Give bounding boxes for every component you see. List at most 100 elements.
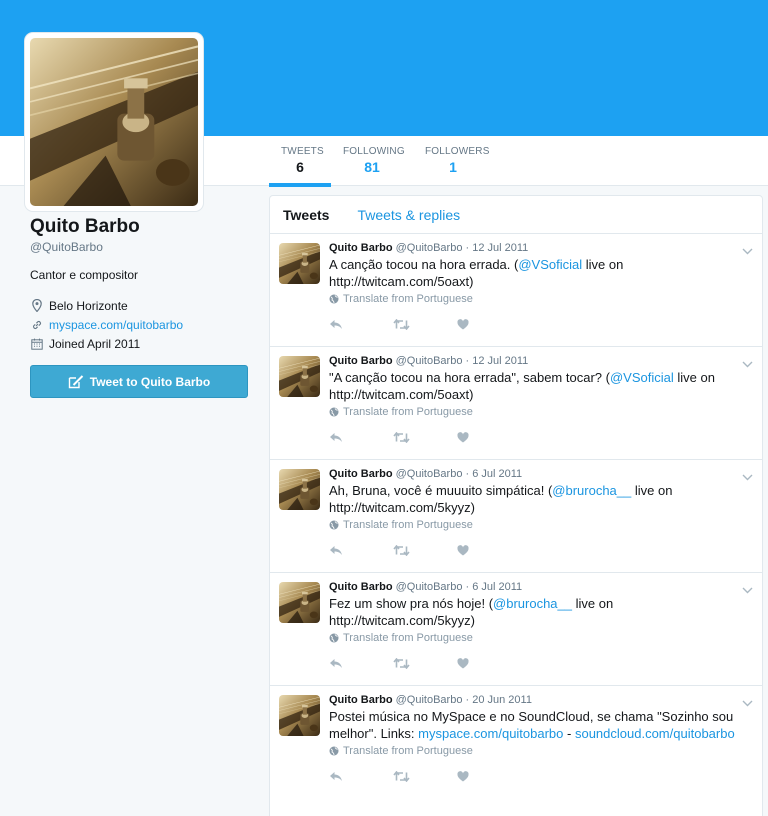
profile-joined: Joined April 2011: [30, 334, 250, 353]
translate-link[interactable]: Translate from Portuguese: [329, 406, 752, 418]
chevron-down-icon[interactable]: [742, 242, 753, 260]
tweet-avatar[interactable]: [279, 243, 320, 284]
tweet[interactable]: Quito Barbo @QuitoBarbo · 12 Jul 2011 A …: [270, 234, 762, 347]
tweet-link[interactable]: soundcloud.com/quitobarbo: [575, 726, 735, 741]
tab-tweets-replies[interactable]: Tweets & replies: [357, 207, 460, 223]
tweet-handle[interactable]: @QuitoBarbo: [396, 355, 463, 367]
tweet-handle[interactable]: @QuitoBarbo: [396, 581, 463, 593]
profile-name[interactable]: Quito Barbo: [30, 216, 250, 238]
stat-label: TWEETS: [281, 146, 324, 157]
profile-stats: TWEETS 6 FOLLOWING 81 FOLLOWERS 1: [269, 136, 493, 187]
chevron-down-icon[interactable]: [742, 581, 753, 599]
tweet-handle[interactable]: @QuitoBarbo: [396, 468, 463, 480]
profile-website: myspace.com/quitobarbo: [30, 315, 250, 334]
tweet-author[interactable]: Quito Barbo: [329, 694, 393, 706]
tweet-mention[interactable]: @VSoficial: [610, 370, 674, 385]
tweet-date[interactable]: 12 Jul 2011: [472, 355, 528, 367]
tweet-actions: [329, 648, 752, 678]
reply-icon[interactable]: [329, 545, 393, 556]
tweet-text-part: -: [563, 726, 575, 741]
tweet-text: Fez um show pra nós hoje! (@brurocha__ l…: [329, 595, 752, 629]
translate-link[interactable]: Translate from Portuguese: [329, 293, 752, 305]
tweet-text-part: "A canção tocou na hora errada", sabem t…: [329, 370, 610, 385]
retweet-icon[interactable]: [393, 318, 457, 330]
retweet-icon[interactable]: [393, 657, 457, 669]
tweet-mention[interactable]: @brurocha__: [552, 483, 631, 498]
reply-icon[interactable]: [329, 319, 393, 330]
like-icon[interactable]: [457, 544, 521, 556]
stat-tweets[interactable]: TWEETS 6: [269, 136, 331, 187]
timeline-tabs: Tweets Tweets & replies: [270, 196, 762, 234]
tweet-date[interactable]: 6 Jul 2011: [472, 581, 522, 593]
stat-followers[interactable]: FOLLOWERS 1: [413, 136, 493, 186]
translate-label: Translate from Portuguese: [343, 293, 473, 305]
tweet-avatar[interactable]: [279, 695, 320, 736]
tweet-date[interactable]: 20 Jun 2011: [472, 694, 532, 706]
chevron-down-icon[interactable]: [742, 694, 753, 712]
translate-link[interactable]: Translate from Portuguese: [329, 519, 752, 531]
tweet[interactable]: Quito Barbo @QuitoBarbo · 12 Jul 2011 "A…: [270, 347, 762, 460]
timeline: Tweets Tweets & replies Quito Barbo @Qui…: [269, 195, 763, 816]
tweet[interactable]: Quito Barbo @QuitoBarbo · 6 Jul 2011 Fez…: [270, 573, 762, 686]
tweet[interactable]: Quito Barbo @QuitoBarbo · 6 Jul 2011 Ah,…: [270, 460, 762, 573]
stat-label: FOLLOWERS: [425, 146, 490, 157]
tweet-avatar[interactable]: [279, 356, 320, 397]
tweet-author[interactable]: Quito Barbo: [329, 242, 393, 254]
reply-icon[interactable]: [329, 771, 393, 782]
tweet-handle[interactable]: @QuitoBarbo: [396, 694, 463, 706]
tweet-header: Quito Barbo @QuitoBarbo · 12 Jul 2011: [329, 242, 529, 254]
profile-meta: Belo Horizonte myspace.com/quitobarbo Jo…: [30, 296, 250, 353]
profile-card: Quito Barbo @QuitoBarbo Cantor e composi…: [30, 216, 250, 398]
translate-label: Translate from Portuguese: [343, 406, 473, 418]
tweet-actions: [329, 422, 752, 452]
tweet-header: Quito Barbo @QuitoBarbo · 6 Jul 2011: [329, 468, 523, 480]
tab-tweets[interactable]: Tweets: [283, 207, 329, 223]
profile-avatar[interactable]: [25, 33, 203, 211]
chevron-down-icon[interactable]: [742, 468, 753, 486]
globe-icon: [329, 294, 339, 304]
location-pin-icon: [30, 299, 44, 313]
tweet-handle[interactable]: @QuitoBarbo: [396, 242, 463, 254]
translate-label: Translate from Portuguese: [343, 632, 473, 644]
translate-link[interactable]: Translate from Portuguese: [329, 632, 752, 644]
tweet-mention[interactable]: @brurocha__: [493, 596, 572, 611]
tweet-author[interactable]: Quito Barbo: [329, 355, 393, 367]
tweet-avatar[interactable]: [279, 469, 320, 510]
translate-link[interactable]: Translate from Portuguese: [329, 745, 752, 757]
like-icon[interactable]: [457, 770, 521, 782]
tweet-avatar[interactable]: [279, 582, 320, 623]
chevron-down-icon[interactable]: [742, 355, 753, 373]
profile-handle[interactable]: @QuitoBarbo: [30, 240, 250, 254]
stat-value: 81: [364, 159, 380, 175]
tweet-date[interactable]: 6 Jul 2011: [472, 468, 522, 480]
location-text: Belo Horizonte: [49, 298, 128, 313]
website-link[interactable]: myspace.com/quitobarbo: [49, 318, 183, 332]
stat-following[interactable]: FOLLOWING 81: [331, 136, 413, 186]
tweet[interactable]: Quito Barbo @QuitoBarbo · 20 Jun 2011 Po…: [270, 686, 762, 816]
calendar-icon: [30, 337, 44, 351]
tweet-to-label: Tweet to Quito Barbo: [89, 374, 211, 389]
tweet-link[interactable]: myspace.com/quitobarbo: [418, 726, 563, 741]
like-icon[interactable]: [457, 431, 521, 443]
retweet-icon[interactable]: [393, 770, 457, 782]
tweet-header: Quito Barbo @QuitoBarbo · 6 Jul 2011: [329, 581, 523, 593]
tweet-text: "A canção tocou na hora errada", sabem t…: [329, 369, 752, 403]
reply-icon[interactable]: [329, 658, 393, 669]
translate-label: Translate from Portuguese: [343, 519, 473, 531]
stat-value: 6: [296, 159, 304, 175]
tweet-author[interactable]: Quito Barbo: [329, 581, 393, 593]
like-icon[interactable]: [457, 657, 521, 669]
tweet-date[interactable]: 12 Jul 2011: [472, 242, 528, 254]
tweet-text-part: Fez um show pra nós hoje! (: [329, 596, 494, 611]
retweet-icon[interactable]: [393, 431, 457, 443]
tweet-text: Ah, Bruna, você é muuuito simpática! (@b…: [329, 482, 752, 516]
globe-icon: [329, 746, 339, 756]
retweet-icon[interactable]: [393, 544, 457, 556]
globe-icon: [329, 520, 339, 530]
profile-location: Belo Horizonte: [30, 296, 250, 315]
tweet-mention[interactable]: @VSoficial: [518, 257, 582, 272]
like-icon[interactable]: [457, 318, 521, 330]
reply-icon[interactable]: [329, 432, 393, 443]
tweet-to-button[interactable]: Tweet to Quito Barbo: [30, 365, 248, 398]
tweet-author[interactable]: Quito Barbo: [329, 468, 393, 480]
